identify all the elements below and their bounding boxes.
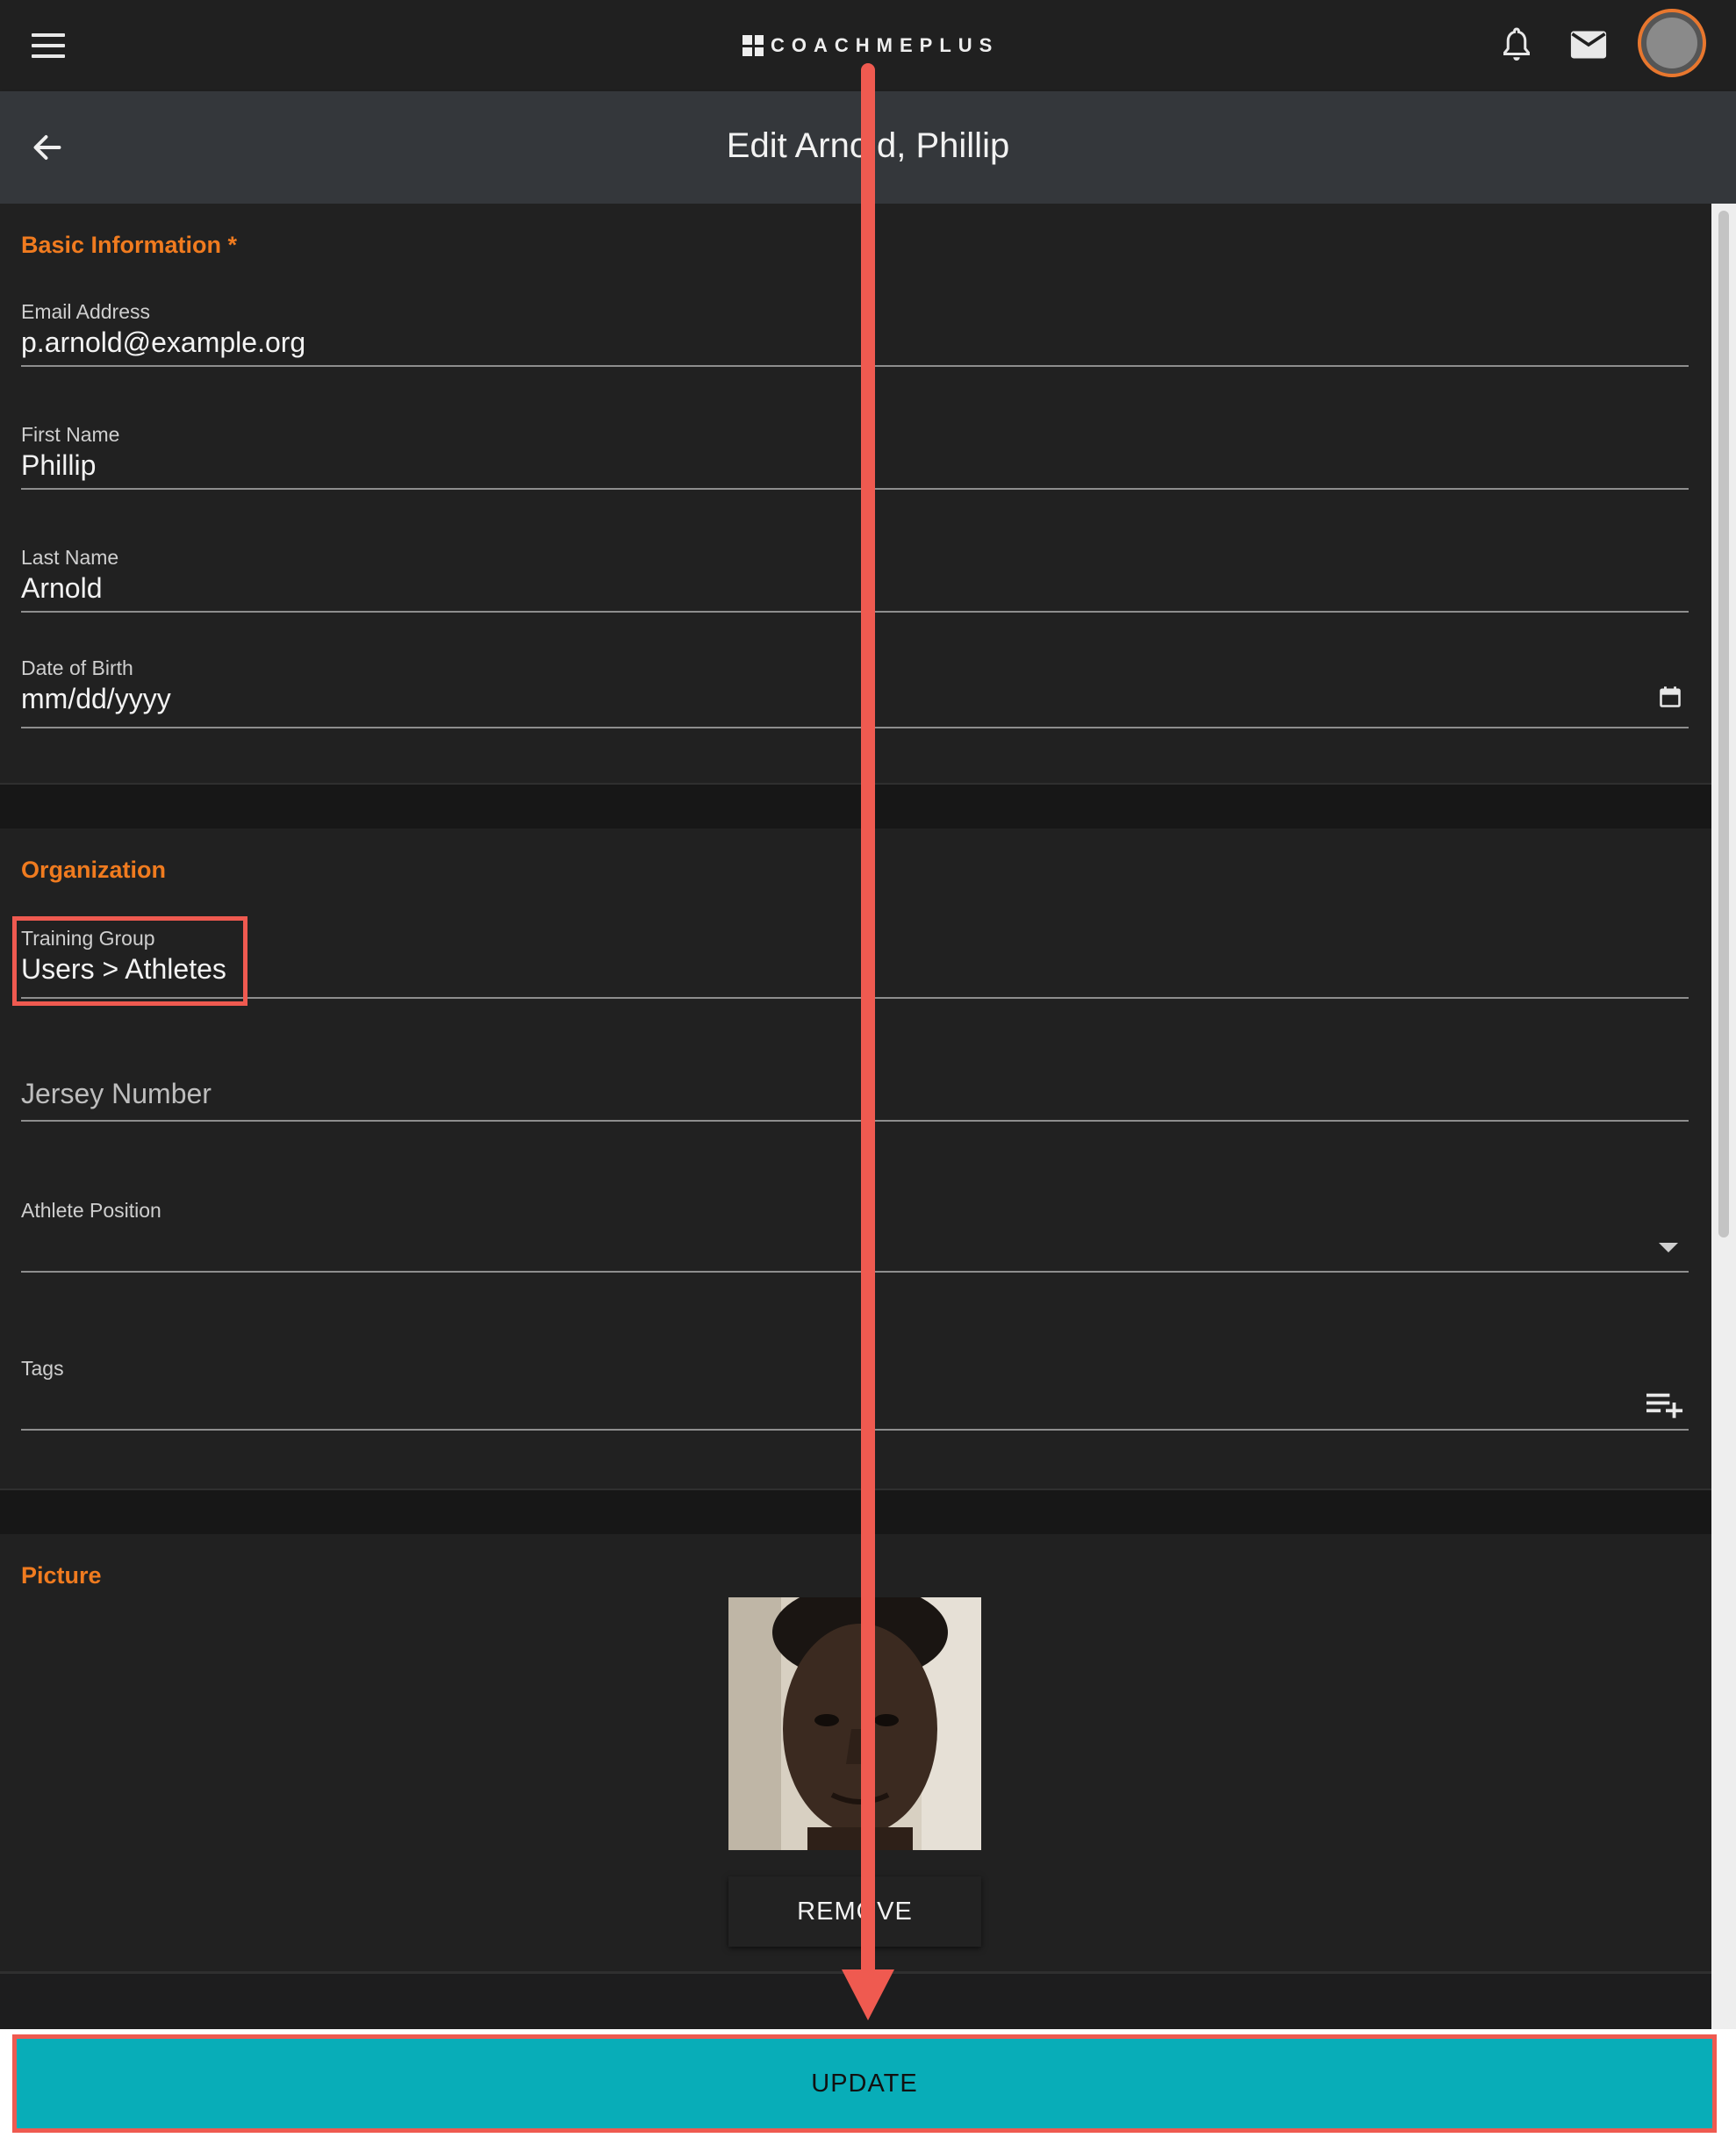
input-underline <box>21 1120 1689 1122</box>
input-underline <box>21 611 1689 613</box>
input-underline <box>21 997 1689 999</box>
section-title: Organization <box>21 857 167 883</box>
logo-mark-icon <box>742 35 764 56</box>
logo-text: COACHMEPLUS <box>771 34 1000 56</box>
last-name-field[interactable]: Last Name Arnold <box>21 546 1689 616</box>
jersey-number-placeholder[interactable]: Jersey Number <box>21 1078 212 1110</box>
page-title: Edit Arnold, Phillip <box>726 126 1010 165</box>
date-of-birth-field[interactable]: Date of Birth mm/dd/yyyy <box>21 656 1689 735</box>
first-name-field[interactable]: First Name Phillip <box>21 423 1689 493</box>
section-divider <box>0 785 1711 829</box>
section-title: Basic Information * <box>21 232 238 258</box>
tags-label: Tags <box>21 1357 64 1380</box>
section-title: Picture <box>21 1562 102 1589</box>
avatar[interactable] <box>1638 9 1706 77</box>
basic-information-section: Basic Information * Email Address p.arno… <box>0 204 1711 786</box>
athlete-position-select[interactable]: Athlete Position <box>21 1199 1689 1278</box>
email-value[interactable]: p.arnold@example.org <box>21 326 305 359</box>
training-group-highlight <box>12 916 247 1006</box>
scrollbar[interactable] <box>1711 204 1736 2029</box>
section-divider <box>0 1490 1711 1534</box>
page-header: Edit Arnold, Phillip <box>0 91 1736 204</box>
last-name-value[interactable]: Arnold <box>21 572 103 605</box>
athlete-position-label: Athlete Position <box>21 1199 161 1222</box>
date-of-birth-value[interactable]: mm/dd/yyyy <box>21 683 171 715</box>
calendar-icon[interactable] <box>1658 685 1682 709</box>
first-name-value[interactable]: Phillip <box>21 449 96 482</box>
athlete-photo <box>728 1597 981 1850</box>
last-name-label: Last Name <box>21 546 119 569</box>
training-group-field[interactable]: Training Group Users > Athletes <box>21 927 1689 1006</box>
chevron-down-icon[interactable] <box>1659 1243 1678 1252</box>
date-of-birth-label: Date of Birth <box>21 656 133 679</box>
jersey-number-field[interactable]: Jersey Number <box>21 1078 1689 1148</box>
playlist-add-icon[interactable] <box>1646 1392 1685 1418</box>
email-label: Email Address <box>21 300 151 323</box>
menu-icon[interactable] <box>32 33 65 58</box>
scrollbar-thumb[interactable] <box>1718 211 1729 1238</box>
tags-field[interactable]: Tags <box>21 1357 1689 1436</box>
input-underline <box>21 488 1689 490</box>
first-name-label: First Name <box>21 423 120 446</box>
input-underline <box>21 1271 1689 1273</box>
top-bar: COACHMEPLUS <box>0 0 1736 91</box>
app-logo: COACHMEPLUS <box>742 33 999 58</box>
input-underline <box>21 1429 1689 1431</box>
organization-section: Organization Training Group Users > Athl… <box>0 829 1711 1491</box>
input-underline <box>21 727 1689 728</box>
update-button[interactable]: UPDATE <box>12 2034 1717 2133</box>
email-field[interactable]: Email Address p.arnold@example.org <box>21 300 1689 370</box>
input-underline <box>21 365 1689 367</box>
mail-icon[interactable] <box>1569 30 1608 60</box>
remove-picture-button[interactable]: REMOVE <box>728 1876 981 1947</box>
bell-icon[interactable] <box>1501 26 1532 63</box>
